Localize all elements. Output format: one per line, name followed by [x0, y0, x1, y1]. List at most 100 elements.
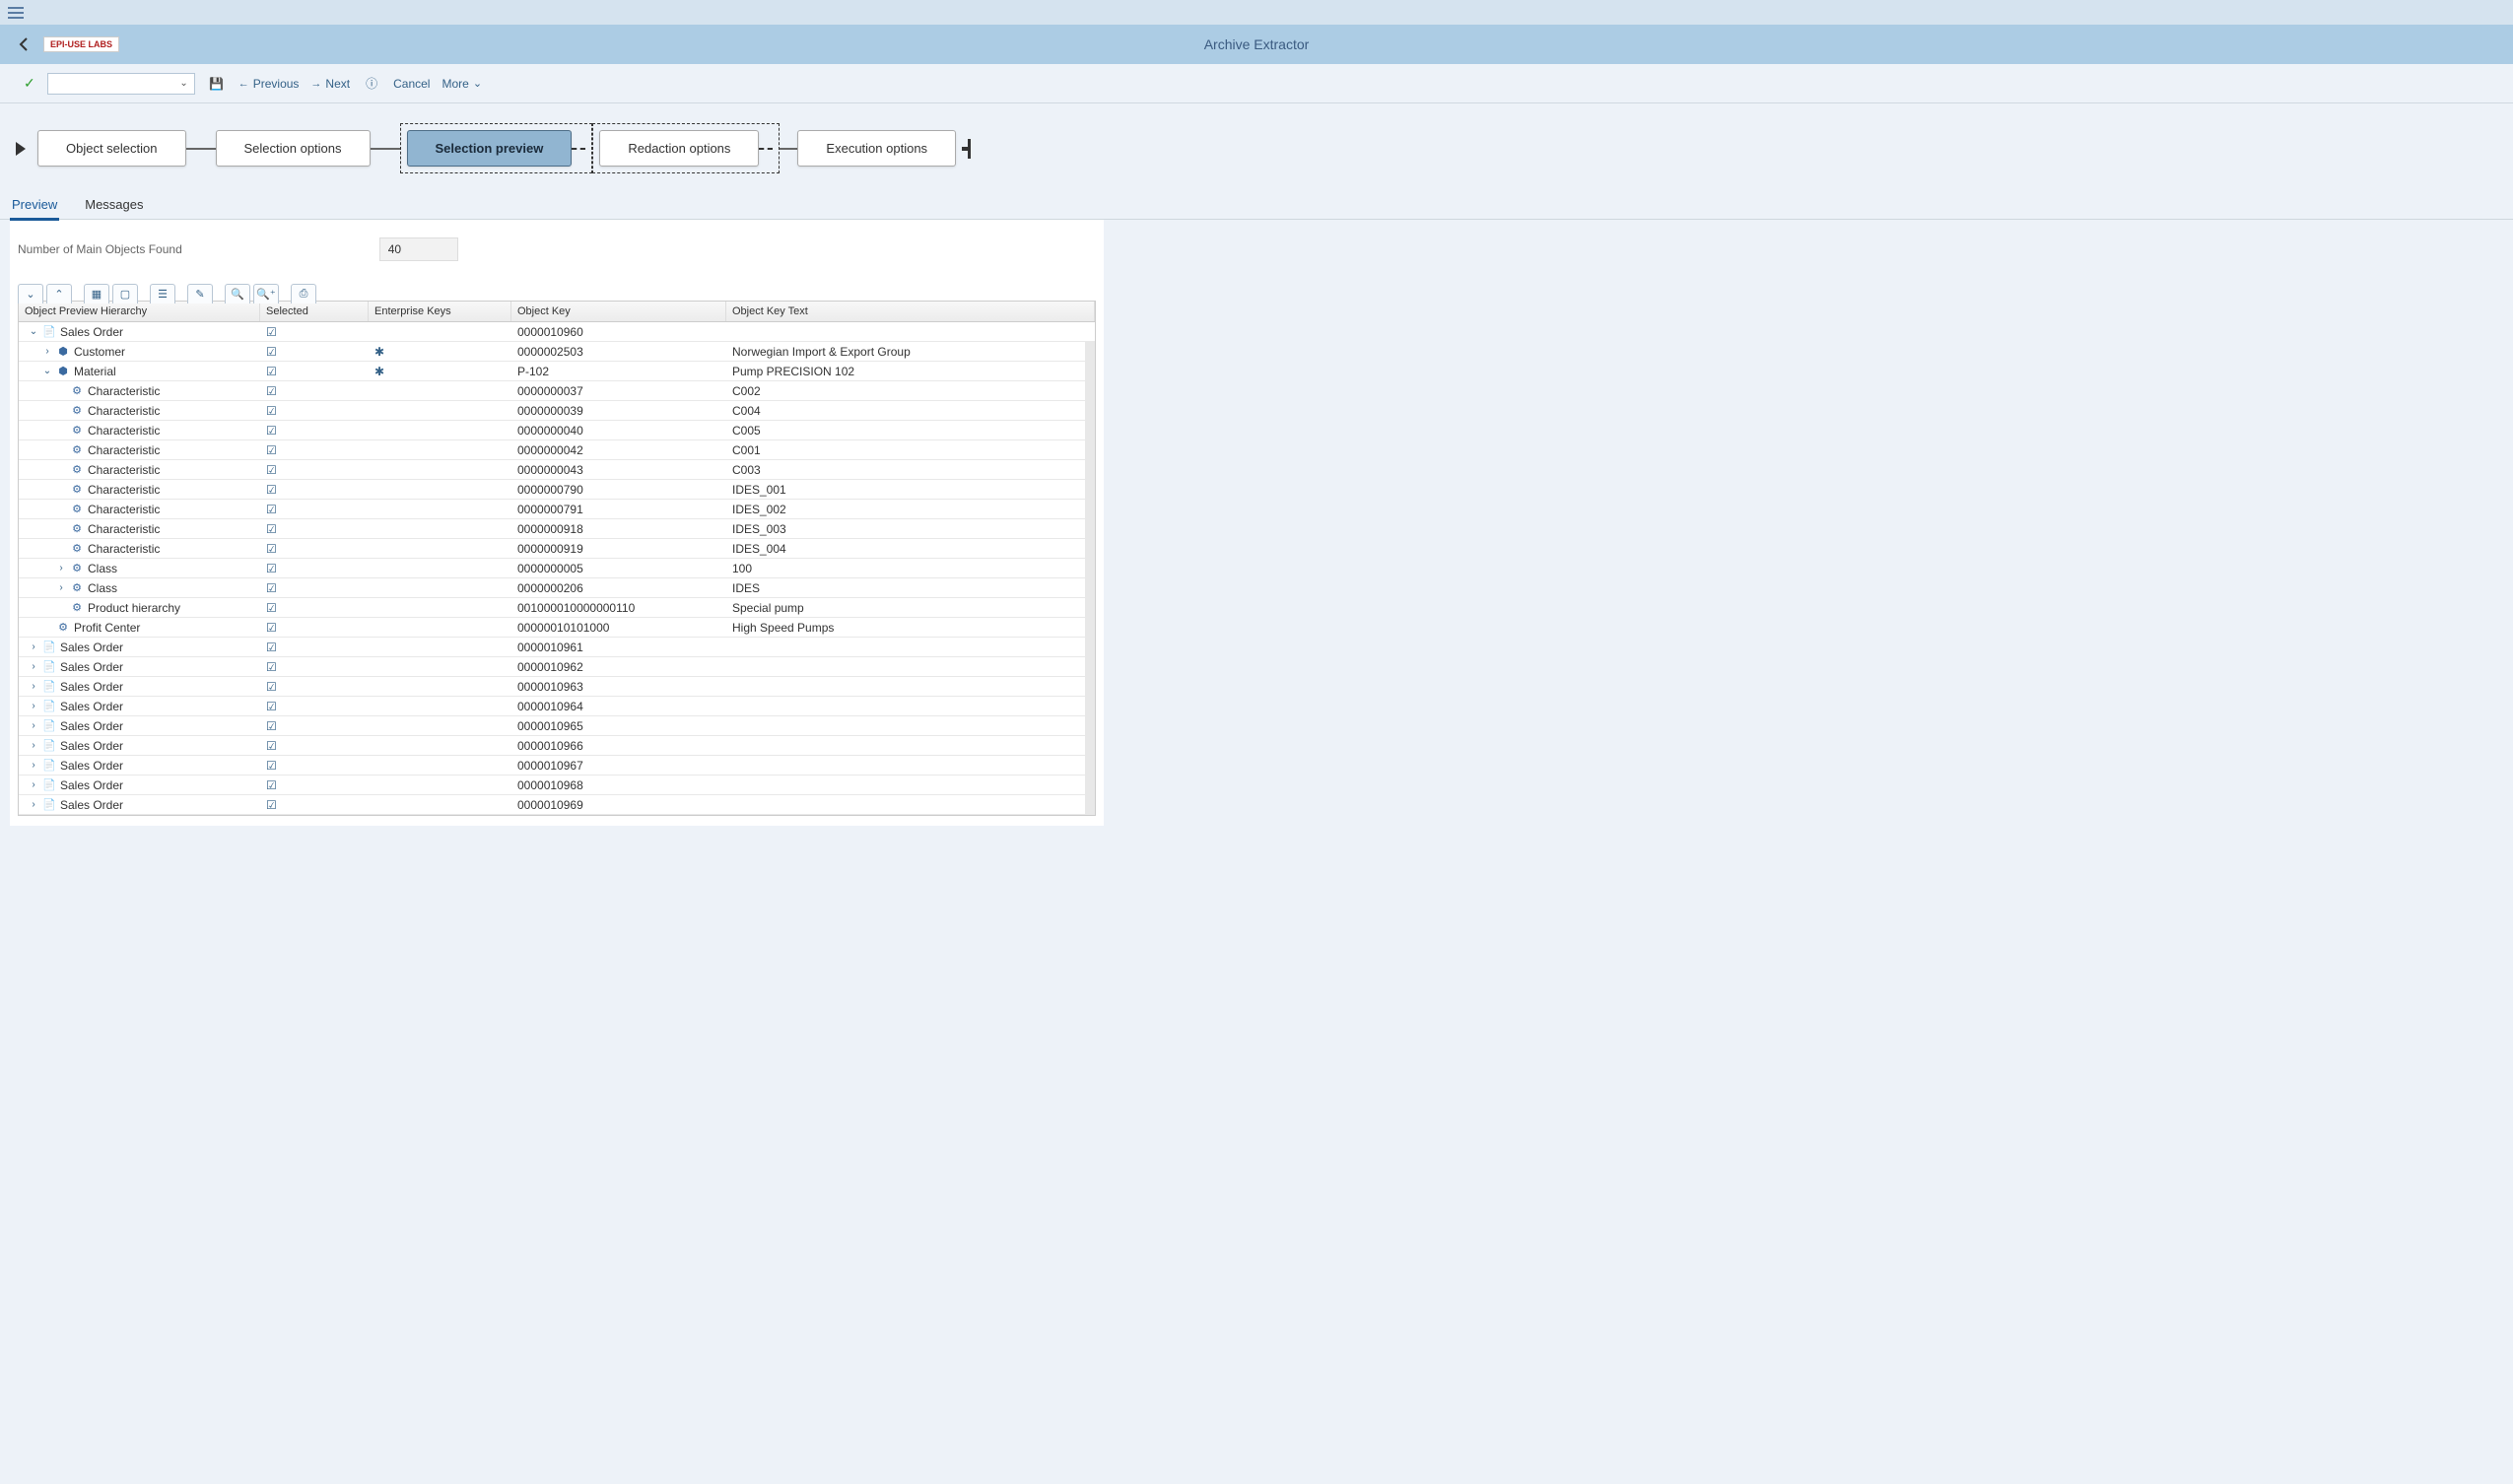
expand-all-icon[interactable]: ⌄ — [18, 284, 43, 304]
roadmap-step-redaction-options[interactable]: Redaction options — [599, 130, 759, 167]
expand-icon[interactable]: › — [42, 346, 52, 357]
table-row[interactable]: ·⚙Characteristic☑0000000037C002 — [19, 381, 1095, 401]
checkbox-icon[interactable]: ☑ — [266, 601, 277, 615]
table-row[interactable]: ›📄Sales Order☑0000010964 — [19, 697, 1095, 716]
table-row[interactable]: ·⚙Characteristic☑0000000791IDES_002 — [19, 500, 1095, 519]
next-button[interactable]: →Next — [310, 77, 350, 91]
table-row[interactable]: ›📄Sales Order☑0000010961 — [19, 638, 1095, 657]
checkbox-icon[interactable]: ☑ — [266, 562, 277, 575]
checkbox-icon[interactable]: ☑ — [266, 424, 277, 438]
table-row[interactable]: ›📄Sales Order☑0000010968 — [19, 776, 1095, 795]
expand-icon[interactable]: › — [29, 681, 38, 692]
layout-icon[interactable]: ☰ — [150, 284, 175, 304]
expand-icon[interactable]: › — [29, 799, 38, 810]
export-icon[interactable]: ⎙ — [291, 284, 316, 304]
checkbox-icon[interactable]: ☑ — [266, 798, 277, 812]
expand-icon[interactable]: › — [29, 720, 38, 731]
table-row[interactable]: ·⚙Characteristic☑0000000043C003 — [19, 460, 1095, 480]
expand-icon[interactable]: › — [29, 661, 38, 672]
checkbox-icon[interactable]: ☑ — [266, 384, 277, 398]
expand-icon[interactable]: › — [29, 779, 38, 790]
table-row[interactable]: ·⚙Characteristic☑0000000919IDES_004 — [19, 539, 1095, 559]
checkbox-icon[interactable]: ☑ — [266, 581, 277, 595]
checkbox-icon[interactable]: ☑ — [266, 463, 277, 477]
enterprise-key-icon[interactable]: ✱ — [374, 345, 384, 359]
tab-preview[interactable]: Preview — [10, 191, 59, 221]
find-icon[interactable]: 🔍 — [225, 284, 250, 304]
table-row[interactable]: ⌄📄Sales Order☑0000010960 — [19, 322, 1095, 342]
checkbox-icon[interactable]: ☑ — [266, 719, 277, 733]
checkbox-icon[interactable]: ☑ — [266, 325, 277, 339]
roadmap-step-execution-options[interactable]: Execution options — [797, 130, 956, 167]
accept-icon[interactable]: ✓ — [24, 75, 35, 92]
checkbox-icon[interactable]: ☑ — [266, 739, 277, 753]
variant-dropdown[interactable]: ⌄ — [47, 73, 195, 95]
checkbox-icon[interactable]: ☑ — [266, 542, 277, 556]
collapse-icon[interactable]: ⌄ — [42, 366, 52, 376]
enterprise-key-icon[interactable]: ✱ — [374, 365, 384, 378]
table-row[interactable]: ›📄Sales Order☑0000010965 — [19, 716, 1095, 736]
display-icon[interactable]: ✎ — [187, 284, 213, 304]
col-enterprise-keys[interactable]: Enterprise Keys — [369, 302, 511, 321]
table-row[interactable]: ›📄Sales Order☑0000010966 — [19, 736, 1095, 756]
expand-icon[interactable]: › — [56, 563, 66, 573]
expand-icon[interactable]: › — [29, 760, 38, 771]
table-row[interactable]: ·⚙Characteristic☑0000000918IDES_003 — [19, 519, 1095, 539]
col-object-key-text[interactable]: Object Key Text — [726, 302, 1095, 321]
expand-icon[interactable]: › — [29, 701, 38, 711]
roadmap-step-selection-preview[interactable]: Selection preview — [407, 130, 573, 167]
checkbox-icon[interactable]: ☑ — [266, 483, 277, 497]
roadmap-step-object-selection[interactable]: Object selection — [37, 130, 186, 167]
table-row[interactable]: ·⚙Profit Center☑00000010101000High Speed… — [19, 618, 1095, 638]
checkbox-icon[interactable]: ☑ — [266, 522, 277, 536]
checkbox-icon[interactable]: ☑ — [266, 700, 277, 713]
info-icon[interactable]: ⓘ — [362, 74, 381, 94]
table-row[interactable]: ›📄Sales Order☑0000010967 — [19, 756, 1095, 776]
table-row[interactable]: ›⚙Class☑0000000005100 — [19, 559, 1095, 578]
table-row[interactable]: ›📄Sales Order☑0000010969 — [19, 795, 1095, 815]
table-row[interactable]: ›📄Sales Order☑0000010962 — [19, 657, 1095, 677]
expand-icon[interactable]: › — [29, 740, 38, 751]
find-next-icon[interactable]: 🔍⁺ — [253, 284, 279, 304]
checkbox-icon[interactable]: ☑ — [266, 641, 277, 654]
checkbox-icon[interactable]: ☑ — [266, 680, 277, 694]
table-row[interactable]: ›📄Sales Order☑0000010963 — [19, 677, 1095, 697]
checkbox-icon[interactable]: ☑ — [266, 759, 277, 773]
table-row[interactable]: ·⚙Characteristic☑0000000039C004 — [19, 401, 1095, 421]
roadmap-step-selection-options[interactable]: Selection options — [216, 130, 371, 167]
save-icon[interactable]: 💾 — [207, 74, 227, 94]
checkbox-icon[interactable]: ☑ — [266, 660, 277, 674]
col-hierarchy[interactable]: Object Preview Hierarchy — [19, 302, 260, 321]
checkbox-icon[interactable]: ☑ — [266, 404, 277, 418]
table-row[interactable]: ·⚙Characteristic☑0000000042C001 — [19, 440, 1095, 460]
checkbox-icon[interactable]: ☑ — [266, 503, 277, 516]
expand-icon[interactable]: › — [56, 582, 66, 593]
menu-icon[interactable] — [8, 7, 24, 19]
deselect-all-icon[interactable]: ▢ — [112, 284, 138, 304]
checkbox-icon[interactable]: ☑ — [266, 621, 277, 635]
vertical-scrollbar[interactable] — [1085, 342, 1095, 815]
table-row[interactable]: ·⚙Characteristic☑0000000040C005 — [19, 421, 1095, 440]
table-row[interactable]: ·⚙Product hierarchy☑001000010000000110Sp… — [19, 598, 1095, 618]
back-button[interactable] — [12, 33, 35, 56]
previous-button[interactable]: ←Previous — [238, 77, 300, 91]
cancel-button[interactable]: Cancel — [393, 77, 430, 91]
col-selected[interactable]: Selected — [260, 302, 369, 321]
table-row[interactable]: ›⬢Customer☑✱0000002503Norwegian Import &… — [19, 342, 1095, 362]
table-row[interactable]: ·⚙Characteristic☑0000000790IDES_001 — [19, 480, 1095, 500]
table-row[interactable]: ⌄⬢Material☑✱P-102Pump PRECISION 102 — [19, 362, 1095, 381]
checkbox-icon[interactable]: ☑ — [266, 365, 277, 378]
checkbox-icon[interactable]: ☑ — [266, 443, 277, 457]
col-object-key[interactable]: Object Key — [511, 302, 726, 321]
expand-icon[interactable]: › — [29, 641, 38, 652]
tab-messages[interactable]: Messages — [83, 191, 145, 219]
collapse-all-icon[interactable]: ⌃ — [46, 284, 72, 304]
object-key-cell: 0000000919 — [511, 540, 726, 558]
checkbox-icon[interactable]: ☑ — [266, 345, 277, 359]
node-label: Sales Order — [60, 798, 123, 812]
collapse-icon[interactable]: ⌄ — [29, 326, 38, 337]
select-all-icon[interactable]: ▦ — [84, 284, 109, 304]
checkbox-icon[interactable]: ☑ — [266, 778, 277, 792]
more-button[interactable]: More⌄ — [441, 77, 482, 91]
table-row[interactable]: ›⚙Class☑0000000206IDES — [19, 578, 1095, 598]
